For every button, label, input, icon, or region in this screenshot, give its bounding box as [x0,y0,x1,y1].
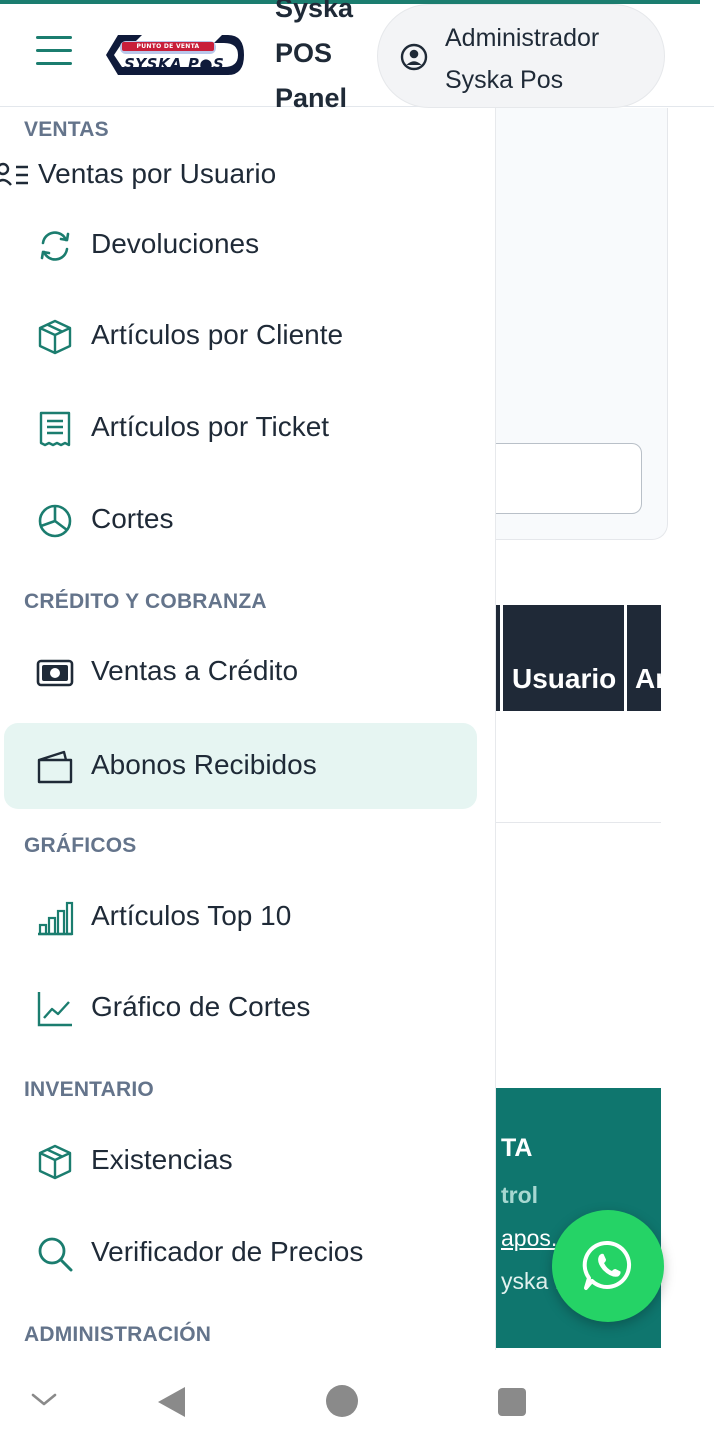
syska-logo: PUNTO DE VENTA SYSKA P●S [96,28,244,82]
menu-label: Ventas por Usuario [38,158,277,189]
section-title-credito: CRÉDITO Y COBRANZA [24,590,267,613]
menu-label: Ventas a Crédito [91,655,299,686]
pie-chart-icon [38,504,72,538]
table-header: Usuario Ar [494,605,661,711]
receipt-icon [39,411,71,447]
cash-icon [36,659,74,687]
box-icon [38,1144,72,1180]
footer-subtitle: trol [501,1182,539,1208]
menu-label: Devoluciones [91,228,260,259]
footer-title: TA [501,1134,533,1162]
menu-item-articulos-top-10[interactable]: Artículos Top 10 [4,874,477,960]
user-name: Administrador Syska Pos [445,24,600,94]
column-separator [500,605,503,711]
line-chart-icon [37,992,72,1027]
menu-item-articulos-por-ticket[interactable]: Artículos por Ticket [4,385,477,471]
menu-label: Cortes [91,503,174,534]
hamburger-icon[interactable] [36,34,74,68]
whatsapp-button[interactable] [552,1210,664,1322]
logo-tagline: PUNTO DE VENTA [122,42,214,51]
user-list-icon [0,162,28,186]
collapse-icon[interactable] [30,1392,58,1408]
menu-item-verificador-de-precios[interactable]: Verificador de Precios [4,1210,477,1296]
menu-item-articulos-por-cliente[interactable]: Artículos por Cliente [4,293,477,379]
menu-label: Existencias [91,1144,233,1175]
bar-chart-icon [38,901,74,936]
column-header-articulo[interactable]: Ar [635,663,661,695]
home-icon[interactable] [325,1384,359,1418]
menu-label: Artículos Top 10 [91,900,292,931]
box-icon [38,319,72,355]
section-title-administracion: ADMINISTRACIÓN [24,1323,212,1346]
search-icon [38,1237,73,1272]
system-nav-bar [0,1350,714,1433]
menu-item-ventas-a-credito[interactable]: Ventas a Crédito [4,629,477,715]
menu-item-devoluciones[interactable]: Devoluciones [4,202,477,288]
logo-text: SYSKA P●S [124,55,225,73]
menu-label: Abonos Recibidos [91,749,317,780]
navigation-drawer: VENTAS Ventas por Usuario Devoluciones A… [0,108,496,1350]
menu-label: Artículos por Cliente [91,319,344,350]
refresh-icon [40,231,70,261]
user-circle-icon [400,43,428,71]
footer-link[interactable]: apos. [501,1225,557,1252]
menu-item-abonos-recibidos[interactable]: Abonos Recibidos [4,723,477,809]
section-title-graficos: GRÁFICOS [24,834,137,857]
wallet-icon [37,750,73,784]
menu-label: Verificador de Precios [91,1236,364,1267]
menu-item-existencias[interactable]: Existencias [4,1118,477,1204]
app-title: Syska POS Panel [275,0,354,113]
whatsapp-icon [582,1240,632,1290]
column-separator [624,605,627,711]
back-icon[interactable] [155,1385,187,1419]
menu-item-grafico-de-cortes[interactable]: Gráfico de Cortes [4,965,477,1051]
user-menu-button[interactable]: Administrador Syska Pos [377,4,665,108]
section-title-inventario: INVENTARIO [24,1078,154,1101]
menu-label: Gráfico de Cortes [91,991,311,1022]
table-row-divider [494,822,661,823]
menu-label: Artículos por Ticket [91,411,330,442]
recents-icon[interactable] [497,1387,527,1417]
column-header-usuario[interactable]: Usuario [512,663,616,695]
menu-item-cortes[interactable]: Cortes [4,477,477,563]
